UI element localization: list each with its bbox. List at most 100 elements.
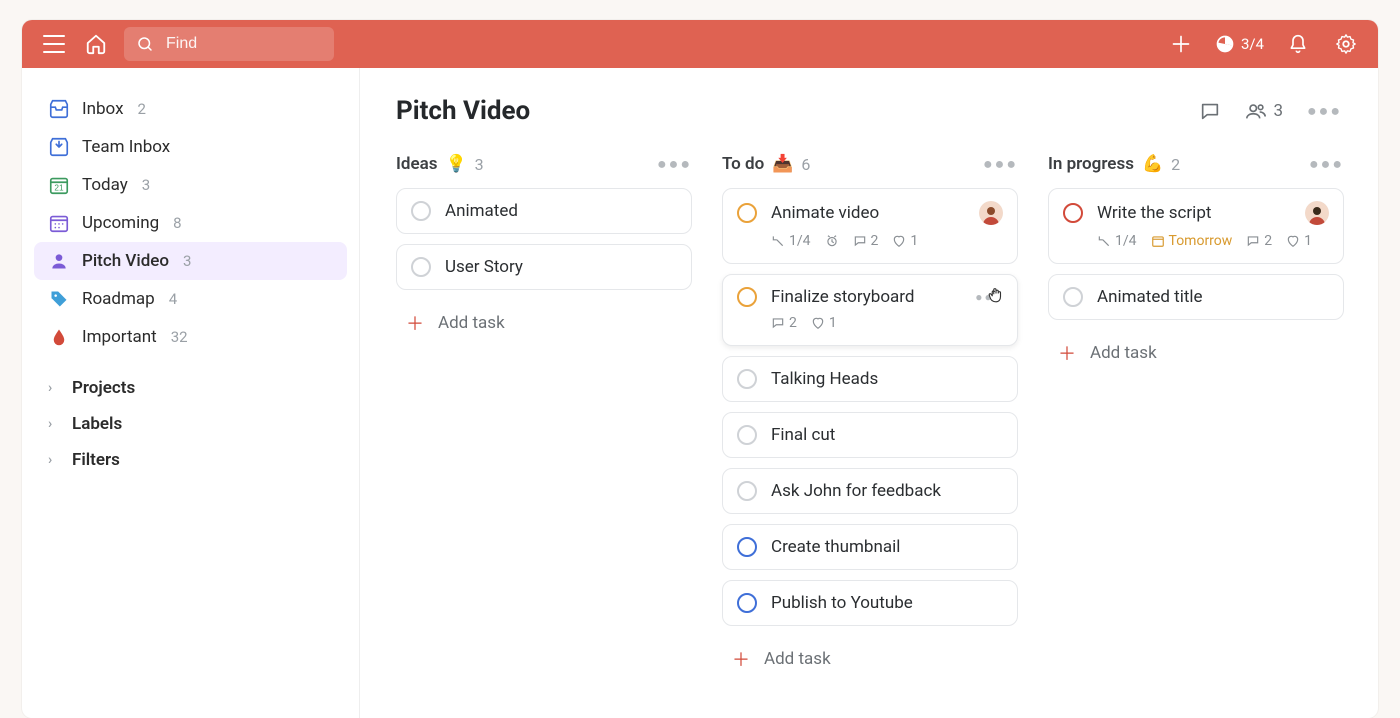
task-title: Talking Heads (771, 369, 878, 389)
sidebar-item-label: Today (82, 175, 128, 195)
sidebar-item-label: Roadmap (82, 289, 155, 309)
task-checkbox[interactable] (737, 537, 757, 557)
like-count: 1 (811, 315, 837, 331)
task-card[interactable]: Animated title (1048, 274, 1344, 320)
sidebar-item-today[interactable]: 21 Today 3 (34, 166, 347, 204)
sidebar-item-important[interactable]: Important 32 (34, 318, 347, 356)
like-count: 1 (1286, 233, 1312, 249)
column-title: In progress (1048, 154, 1134, 174)
assignee-avatar[interactable] (1305, 201, 1329, 225)
column-header: Ideas 💡 3 ●●● (396, 154, 692, 174)
task-card[interactable]: Final cut (722, 412, 1018, 458)
sidebar-item-label: Team Inbox (82, 137, 170, 157)
task-card[interactable]: Write the script 1/4 Tomorrow 2 1 (1048, 188, 1344, 264)
flex-arm-icon: 💪 (1142, 154, 1163, 174)
search-box[interactable] (124, 27, 334, 61)
sidebar-item-upcoming[interactable]: Upcoming 8 (34, 204, 347, 242)
task-checkbox[interactable] (737, 203, 757, 223)
sidebar-group-filters[interactable]: › Filters (34, 442, 347, 478)
column-title: Ideas (396, 154, 437, 174)
add-icon[interactable] (1167, 30, 1195, 58)
add-task-button[interactable]: ＋ Add task (722, 636, 1018, 682)
menu-icon[interactable] (40, 30, 68, 58)
column-more-icon[interactable]: ●●● (983, 156, 1018, 172)
column-more-icon[interactable]: ●●● (1309, 156, 1344, 172)
task-checkbox[interactable] (737, 287, 757, 307)
task-card[interactable]: Ask John for feedback (722, 468, 1018, 514)
task-card[interactable]: User Story (396, 244, 692, 290)
add-task-button[interactable]: ＋ Add task (396, 300, 692, 346)
task-checkbox[interactable] (737, 369, 757, 389)
search-icon (136, 35, 154, 53)
team-inbox-icon (48, 136, 70, 158)
home-icon[interactable] (82, 30, 110, 58)
notifications-icon[interactable] (1284, 30, 1312, 58)
column-header: In progress 💪 2 ●●● (1048, 154, 1344, 174)
task-checkbox[interactable] (737, 481, 757, 501)
sidebar-item-count: 32 (171, 328, 188, 346)
task-title: Finalize storyboard (771, 287, 914, 307)
page-header: Pitch Video 3 ●●● (396, 96, 1342, 126)
subtask-count: 1/4 (771, 233, 811, 249)
sidebar-group-projects[interactable]: › Projects (34, 370, 347, 406)
task-checkbox[interactable] (411, 201, 431, 221)
topbar-left (40, 27, 334, 61)
sidebar-item-pitch-video[interactable]: Pitch Video 3 (34, 242, 347, 280)
sidebar-item-count: 8 (173, 214, 181, 232)
task-title: Publish to Youtube (771, 593, 913, 613)
column-title: To do (722, 154, 764, 174)
task-card[interactable]: Animated (396, 188, 692, 234)
comments-icon[interactable] (1199, 100, 1221, 122)
task-card[interactable]: Animate video 1/4 2 1 (722, 188, 1018, 264)
sidebar-item-count: 2 (138, 100, 146, 118)
reminder-icon (825, 234, 839, 248)
column-count: 2 (1171, 155, 1180, 174)
chevron-right-icon: › (48, 380, 62, 396)
add-task-button[interactable]: ＋ Add task (1048, 330, 1344, 376)
column-more-icon[interactable]: ●●● (657, 156, 692, 172)
members-button[interactable]: 3 (1245, 100, 1283, 122)
task-card[interactable]: Create thumbnail (722, 524, 1018, 570)
tag-icon (48, 288, 70, 310)
assignee-avatar[interactable] (979, 201, 1003, 225)
task-meta: 1/4 2 1 (771, 233, 1003, 249)
project-icon (48, 250, 70, 272)
topbar-right: 3/4 (1167, 30, 1360, 58)
svg-text:21: 21 (54, 184, 64, 193)
task-card[interactable]: Talking Heads (722, 356, 1018, 402)
column-count: 3 (475, 155, 484, 174)
sidebar-group-labels[interactable]: › Labels (34, 406, 347, 442)
search-input[interactable] (164, 34, 322, 54)
task-checkbox[interactable] (411, 257, 431, 277)
sidebar-item-inbox[interactable]: Inbox 2 (34, 90, 347, 128)
sidebar-group-label: Filters (72, 450, 120, 470)
main-content: Pitch Video 3 ●●● Ideas (360, 68, 1378, 718)
plus-icon: ＋ (406, 310, 424, 336)
task-card[interactable]: Publish to Youtube (722, 580, 1018, 626)
add-task-label: Add task (438, 313, 505, 333)
sidebar-item-team-inbox[interactable]: Team Inbox (34, 128, 347, 166)
task-checkbox[interactable] (737, 593, 757, 613)
settings-icon[interactable] (1332, 30, 1360, 58)
task-title: Animated (445, 201, 518, 221)
task-title: Create thumbnail (771, 537, 900, 557)
progress-indicator[interactable]: 3/4 (1215, 34, 1264, 54)
comment-count: 2 (1246, 233, 1272, 249)
sidebar-group-label: Labels (72, 414, 122, 434)
sidebar-item-label: Important (82, 327, 157, 347)
page-more-icon[interactable]: ●●● (1307, 103, 1342, 119)
app-body: Inbox 2 Team Inbox 21 Today 3 Up (22, 68, 1378, 718)
task-checkbox[interactable] (1063, 203, 1083, 223)
like-count: 1 (892, 233, 918, 249)
task-card[interactable]: Finalize storyboard ●●● 2 1 (722, 274, 1018, 346)
task-meta: 1/4 Tomorrow 2 1 (1097, 233, 1329, 249)
plus-icon: ＋ (1058, 340, 1076, 366)
sidebar-item-count: 3 (142, 176, 150, 194)
sidebar-item-label: Upcoming (82, 213, 159, 233)
task-checkbox[interactable] (1063, 287, 1083, 307)
sidebar-item-roadmap[interactable]: Roadmap 4 (34, 280, 347, 318)
water-drop-icon (48, 326, 70, 348)
task-title: Write the script (1097, 203, 1211, 223)
task-checkbox[interactable] (737, 425, 757, 445)
comment-count: 2 (771, 315, 797, 331)
